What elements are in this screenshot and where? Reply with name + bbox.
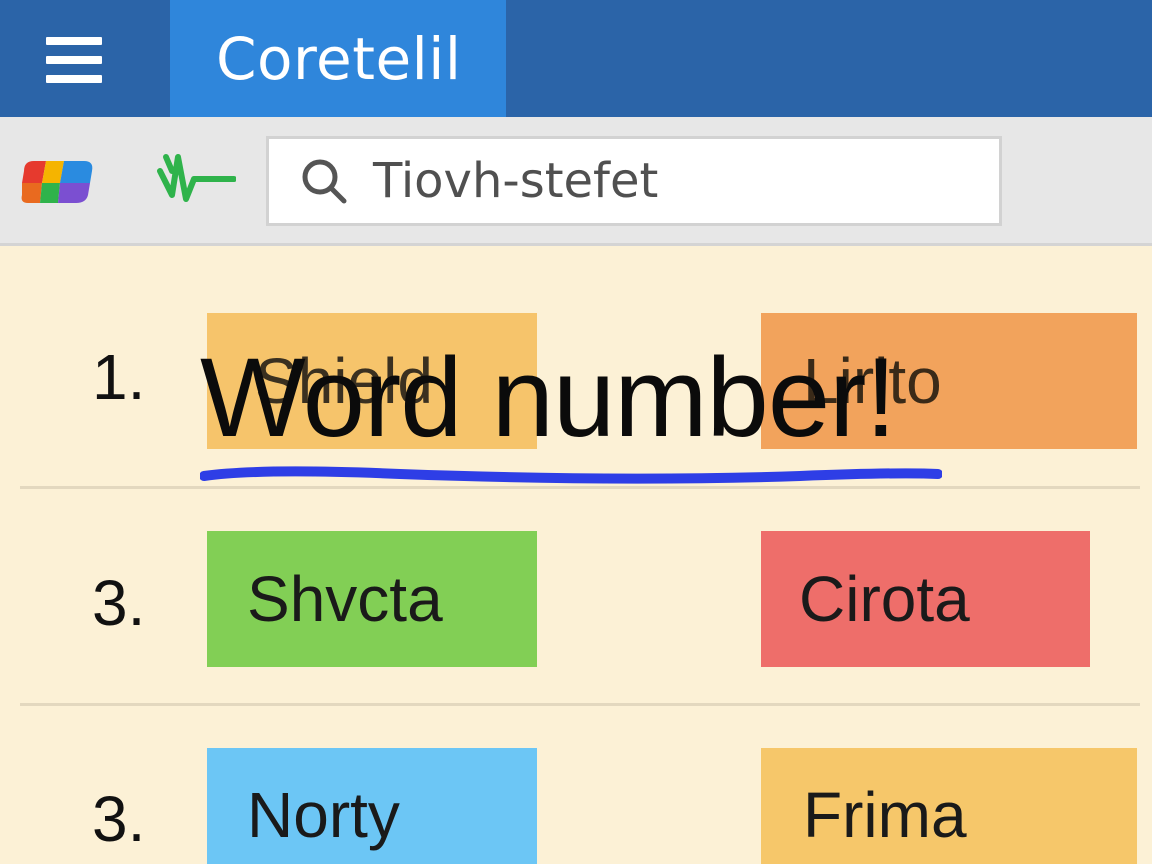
tag-right[interactable]: Cirota — [761, 531, 1090, 667]
tag-label: Norty — [247, 779, 400, 851]
menu-button[interactable] — [0, 0, 170, 117]
overlay-underline — [200, 466, 942, 484]
tag-left[interactable]: Norty — [207, 748, 537, 864]
tag-left[interactable]: Shvcta — [207, 531, 537, 667]
toolbar: Tiovh-stefet — [0, 117, 1152, 246]
row-number: 3. — [92, 783, 146, 855]
hamburger-menu-icon — [46, 35, 102, 83]
app-tab[interactable]: Coretelil — [170, 0, 506, 117]
green-waveform-icon[interactable] — [152, 149, 236, 211]
colorful-logo-icon[interactable] — [20, 157, 96, 207]
app-title: Coretelil — [216, 24, 462, 93]
search-value: Tiovh-stefet — [373, 153, 659, 209]
row-divider — [20, 703, 1140, 706]
search-input[interactable]: Tiovh-stefet — [266, 136, 1002, 226]
tag-right[interactable]: Frima — [761, 748, 1137, 864]
tag-label: Shvcta — [247, 563, 443, 635]
row-number: 3. — [92, 567, 146, 639]
title-bar: Coretelil — [0, 0, 1152, 117]
overlay-heading: Word number! — [200, 335, 897, 460]
row-number: 1. — [92, 341, 146, 413]
tag-label: Frima — [803, 779, 967, 851]
search-icon — [302, 159, 347, 204]
tag-label: Cirota — [799, 563, 970, 635]
